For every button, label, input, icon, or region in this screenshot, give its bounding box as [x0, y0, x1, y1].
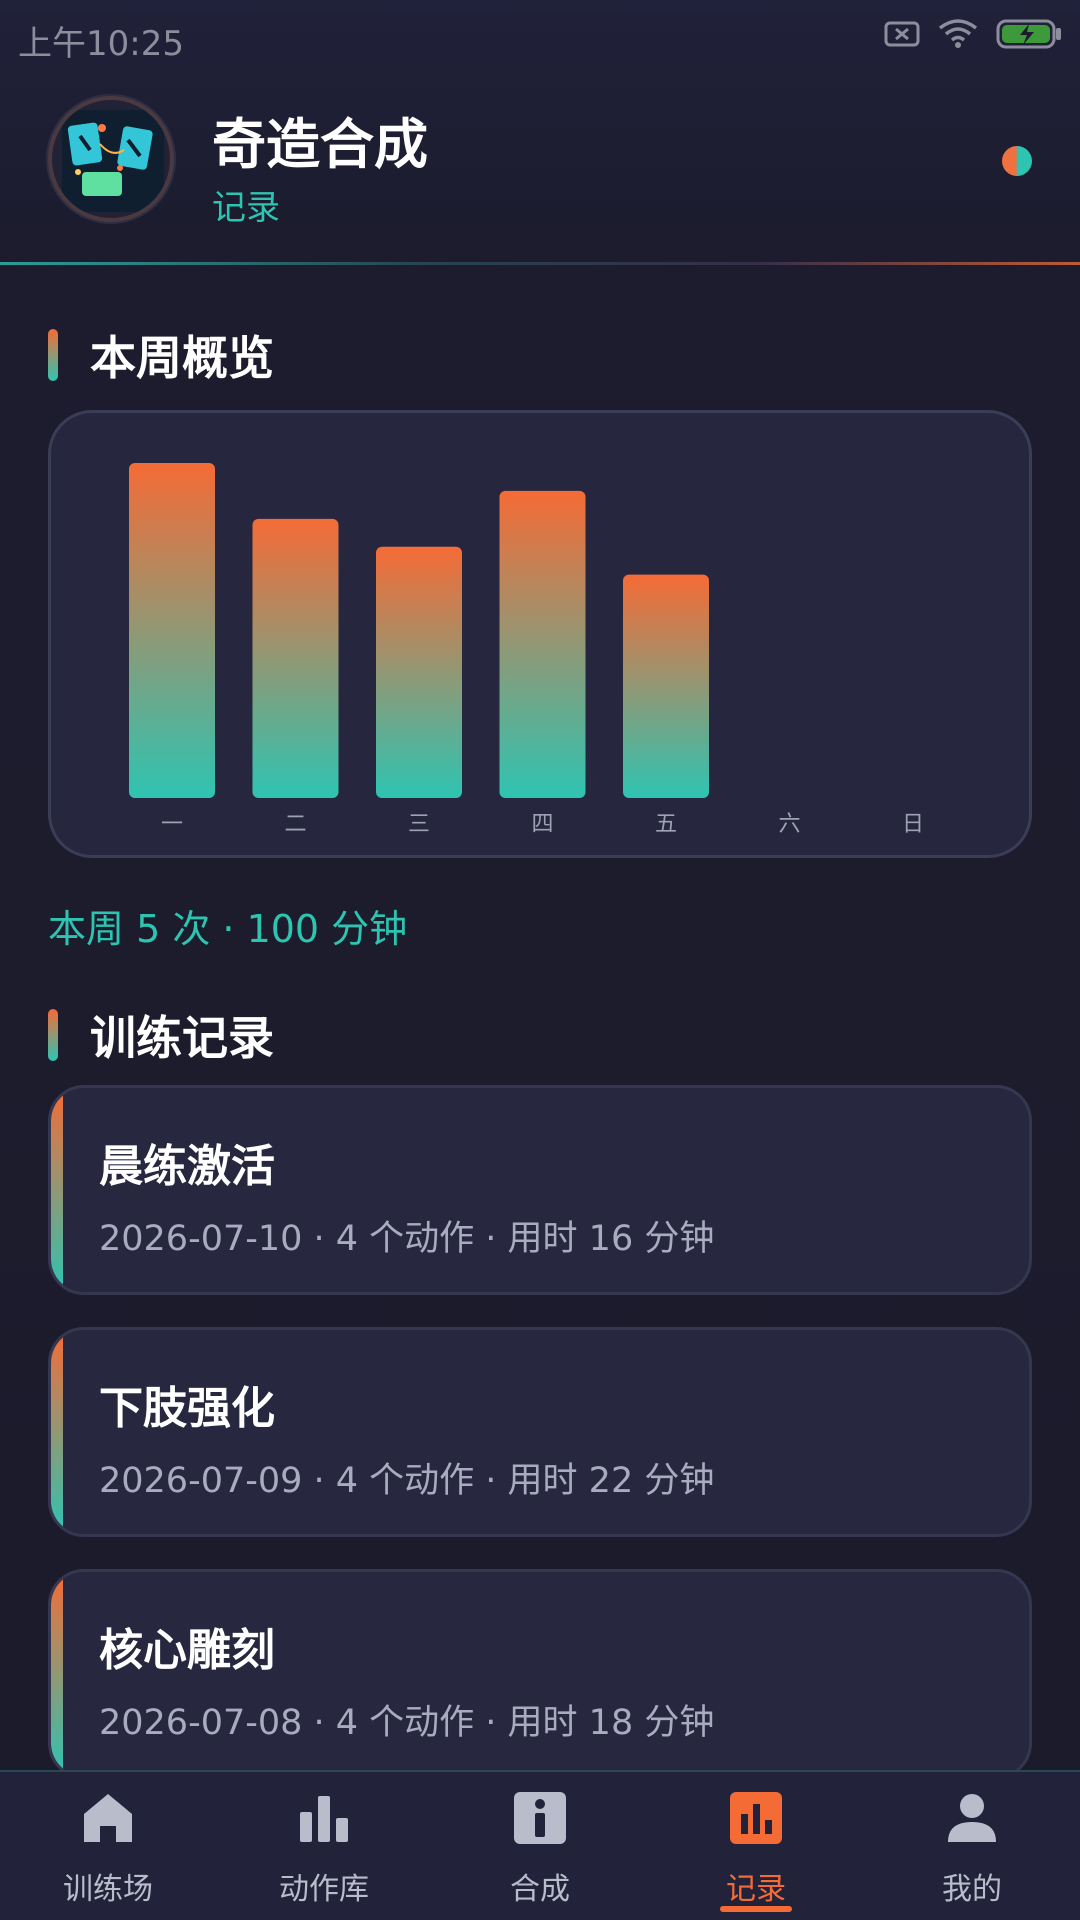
x-tick-label: 三	[408, 812, 430, 837]
x-tick-label: 二	[284, 812, 306, 837]
nav-item-training[interactable]: 训练场	[0, 1772, 216, 1920]
status-indicator-dot	[1002, 146, 1032, 176]
sim-off-icon	[884, 21, 920, 47]
app-logo-icon	[62, 110, 164, 212]
weekly-bar-chart: 一二三四五六日	[129, 463, 924, 837]
nav-label: 记录	[726, 1872, 786, 1907]
bar-chart-icon	[300, 1796, 348, 1842]
status-icons	[884, 18, 1062, 50]
record-meta: 2026-07-10 · 4 个动作 · 用时 16 分钟	[99, 1219, 715, 1259]
x-tick-label: 四	[531, 812, 553, 837]
status-time: 上午10:25	[18, 24, 184, 64]
record-meta: 2026-07-08 · 4 个动作 · 用时 18 分钟	[99, 1703, 715, 1743]
record-card[interactable]: 核心雕刻 2026-07-08 · 4 个动作 · 用时 18 分钟	[48, 1569, 1032, 1779]
nav-item-synthesis[interactable]: 合成	[432, 1772, 648, 1920]
section-accent-bar	[48, 329, 58, 381]
nav-item-profile[interactable]: 我的	[864, 1772, 1080, 1920]
record-meta: 2026-07-09 · 4 个动作 · 用时 22 分钟	[99, 1461, 715, 1501]
overview-section-title: 本周概览	[48, 322, 274, 388]
wifi-icon	[938, 19, 978, 48]
nav-label: 动作库	[279, 1872, 369, 1907]
weekly-chart-card: 一二三四五六日	[48, 410, 1032, 858]
info-icon	[514, 1792, 566, 1844]
bar-三	[376, 546, 462, 798]
records-section-title: 训练记录	[48, 1002, 274, 1068]
page-subtitle: 记录	[212, 188, 280, 228]
nav-item-library[interactable]: 动作库	[216, 1772, 432, 1920]
section-accent-bar	[48, 1009, 58, 1061]
x-tick-label: 五	[655, 812, 677, 837]
x-tick-label: 一	[161, 812, 183, 837]
record-title: 晨练激活	[99, 1141, 275, 1192]
stats-icon	[730, 1792, 782, 1844]
home-icon	[84, 1794, 132, 1842]
bottom-nav: 训练场 动作库 合成 记录 我的	[0, 1770, 1080, 1920]
nav-label: 合成	[510, 1872, 570, 1907]
bar-一	[129, 463, 215, 798]
header-divider	[0, 262, 1080, 265]
screen: 上午10:25 奇造合成 记录 本周概览 一 二 三 四 五 六 日 本周 5 …	[0, 0, 1080, 1920]
record-card[interactable]: 晨练激活 2026-07-10 · 4 个动作 · 用时 16 分钟	[48, 1085, 1032, 1295]
records-title: 训练记录	[90, 1011, 274, 1065]
overview-title: 本周概览	[90, 331, 274, 385]
record-title: 核心雕刻	[99, 1625, 275, 1676]
bar-五	[623, 574, 709, 798]
record-accent-bar	[51, 1330, 63, 1534]
nav-label: 我的	[942, 1872, 1002, 1907]
record-card[interactable]: 下肢强化 2026-07-09 · 4 个动作 · 用时 22 分钟	[48, 1327, 1032, 1537]
active-tab-indicator	[720, 1906, 792, 1912]
weekly-summary: 本周 5 次 · 100 分钟	[48, 907, 408, 951]
battery-charging-icon	[996, 19, 1061, 49]
person-icon	[948, 1794, 996, 1842]
status-bar: 上午10:25	[0, 0, 1080, 74]
app-avatar[interactable]	[48, 96, 174, 222]
bar-四	[499, 490, 586, 798]
record-accent-bar	[51, 1572, 63, 1776]
bar-二	[252, 518, 339, 798]
record-title: 下肢强化	[99, 1383, 275, 1434]
x-tick-label: 六	[778, 812, 800, 837]
x-tick-label: 日	[902, 812, 924, 837]
app-title: 奇造合成	[212, 113, 428, 176]
record-accent-bar	[51, 1088, 63, 1292]
nav-item-records[interactable]: 记录	[648, 1772, 864, 1920]
nav-label: 训练场	[63, 1872, 153, 1907]
